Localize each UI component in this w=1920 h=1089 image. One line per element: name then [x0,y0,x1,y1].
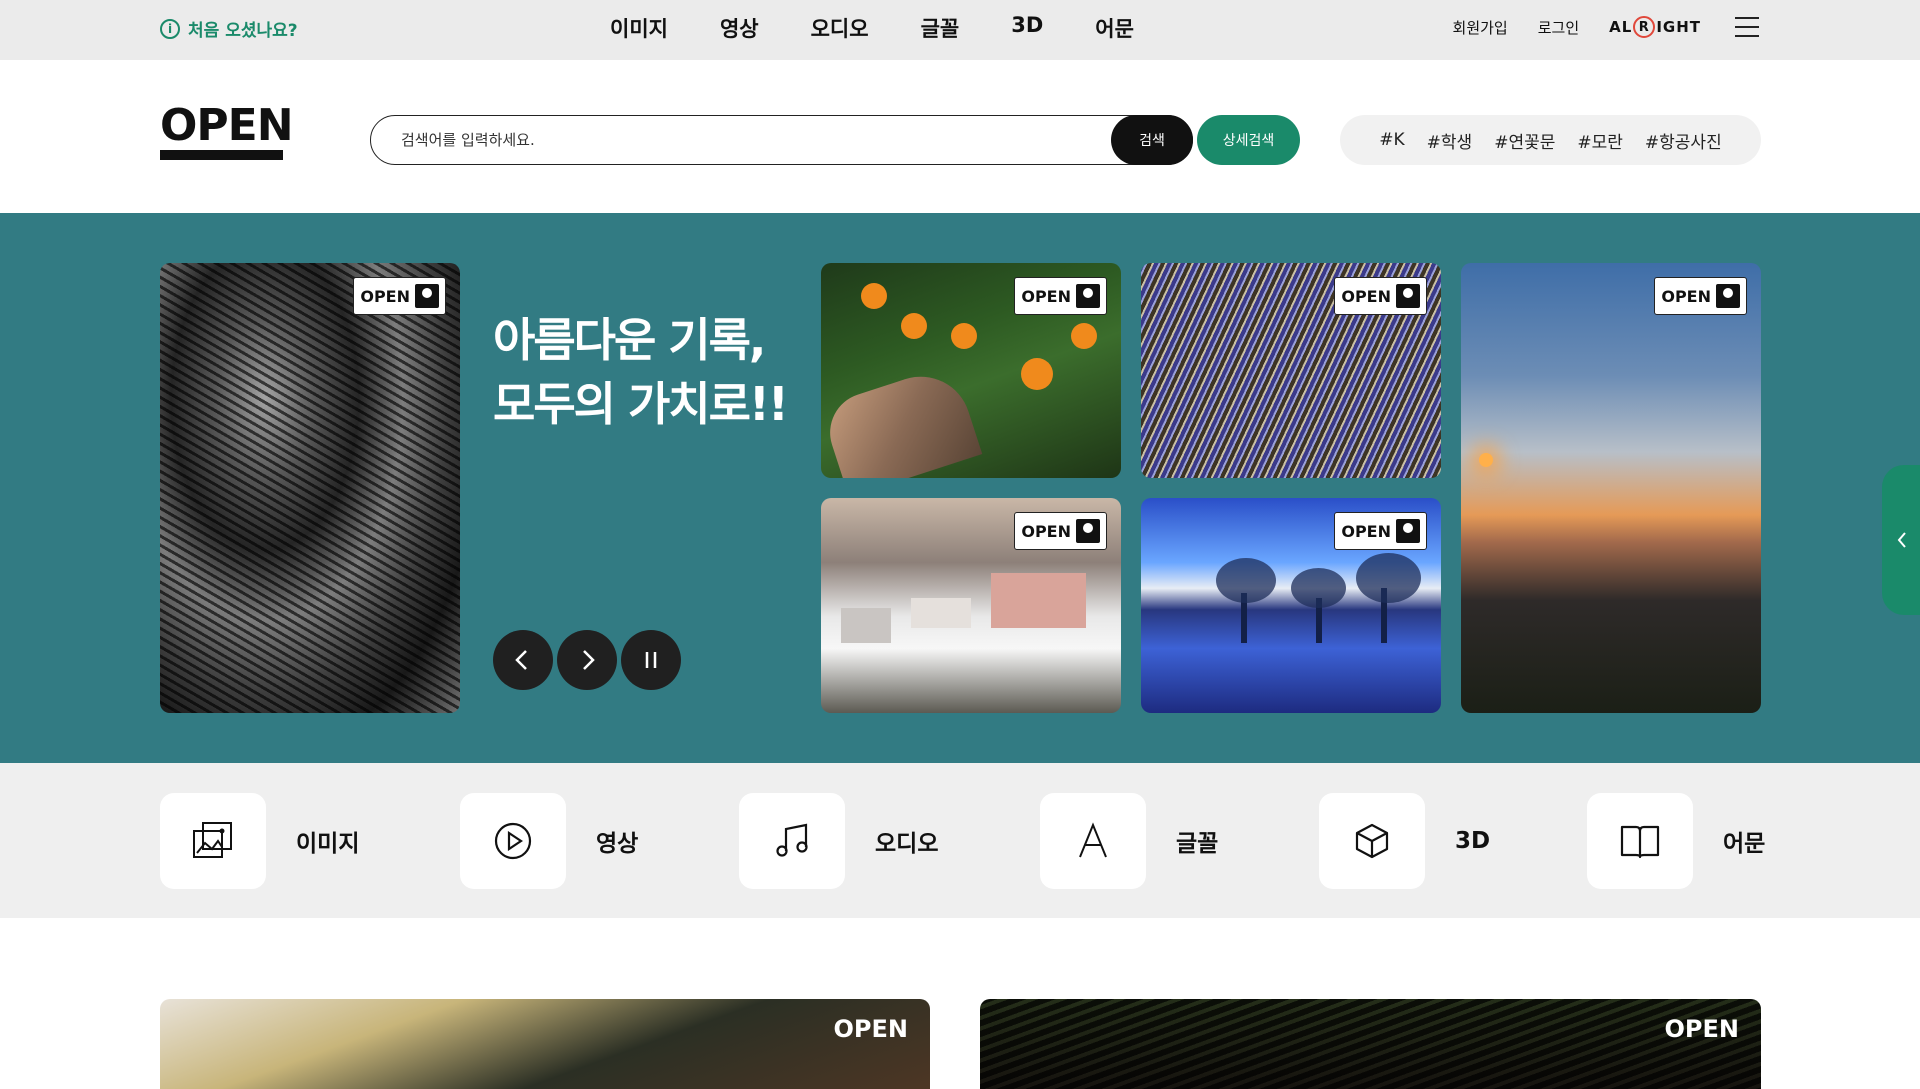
search-input[interactable] [401,131,1091,149]
hero-image-sunset-mountains[interactable]: OPEN [1461,263,1761,713]
alright-logo-part: AL [1609,18,1633,36]
font-icon [1040,793,1146,889]
pause-icon [645,652,657,668]
hero-image-tangerines[interactable]: OPEN [821,263,1121,478]
category-label: 오디오 [875,831,939,857]
prev-slide-button[interactable] [493,630,553,690]
open-license-badge: OPEN [1014,277,1107,315]
category-audio[interactable]: 오디오 [739,793,938,889]
play-icon [460,793,566,889]
hero-image-rubbing[interactable]: OPEN [160,263,460,713]
first-visit-link[interactable]: i 처음 오셨나요? [160,16,298,41]
open-license-badge: OPEN [353,277,446,315]
logo-wordmark: OPEN [160,100,294,151]
pause-slide-button[interactable] [621,630,681,690]
info-icon: i [160,18,180,39]
nav-item-audio[interactable]: 오디오 [811,13,869,43]
top-bar: i 처음 오셨나요? 이미지 영상 오디오 글꼴 3D 어문 회원가입 로그인 … [0,0,1920,60]
nav-item-3d[interactable]: 3D [1011,13,1043,43]
search-bar: 검색 [370,114,1193,165]
open-license-badge: OPEN [1654,277,1747,315]
hero-title-line: 모두의 가치로!! [493,377,789,431]
category-image[interactable]: 이미지 [160,793,359,889]
tag-link[interactable]: #모란 [1577,128,1623,153]
hero-image-frost-grass[interactable]: OPEN [1141,263,1441,478]
hero-title: 아름다운 기록, 모두의 가치로!! [493,308,789,436]
alright-logo-r: R [1633,16,1656,38]
person-icon [1076,519,1100,543]
tag-link[interactable]: #K [1379,130,1404,150]
category-label: 3D [1455,828,1491,854]
advanced-search-button[interactable]: 상세검색 [1197,115,1300,165]
open-license-badge: OPEN [1334,512,1427,550]
open-license-badge: OPEN [1334,277,1427,315]
chevron-left-icon [515,650,527,670]
utility-menu: 회원가입 로그인 AL R IGHT [1453,16,1759,38]
signup-link[interactable]: 회원가입 [1453,17,1508,38]
category-label: 글꼴 [1176,831,1219,857]
person-icon [415,284,439,308]
category-video[interactable]: 영상 [460,793,638,889]
hero-image-lake-trees[interactable]: OPEN [1141,498,1441,713]
hero-image-snow-village[interactable]: OPEN [821,498,1121,713]
person-icon [1076,284,1100,308]
first-visit-label: 처음 오셨나요? [188,21,298,41]
nav-item-video[interactable]: 영상 [720,13,759,43]
featured-thumbnail-hanok[interactable]: OPEN [980,999,1761,1089]
search-button[interactable]: 검색 [1111,114,1193,165]
person-icon [1396,519,1420,543]
person-icon [1716,284,1740,308]
hero-banner: OPEN 아름다운 기록, 모두의 가치로!! OPEN OPEN OPEN O… [0,213,1920,763]
category-3d[interactable]: 3D [1319,793,1490,889]
hero-title-line: 아름다운 기록, [493,313,766,367]
tag-link[interactable]: #항공사진 [1645,128,1722,153]
nav-item-font[interactable]: 글꼴 [921,13,960,43]
hamburger-menu-icon[interactable] [1735,17,1759,37]
nav-item-language[interactable]: 어문 [1095,13,1134,43]
site-logo[interactable]: OPEN [160,100,294,160]
book-icon [1587,793,1693,889]
category-label: 영상 [596,831,639,857]
side-panel-toggle[interactable] [1882,465,1920,615]
logo-subbar [160,150,283,160]
featured-thumbnail-food[interactable]: OPEN [160,999,930,1089]
cube-icon [1319,793,1425,889]
category-bar: 이미지 영상 오디오 글꼴 3D 어문 [0,763,1920,918]
alright-logo-link[interactable]: AL R IGHT [1609,16,1701,38]
tag-link[interactable]: #학생 [1427,128,1473,153]
open-license-badge: OPEN [1664,1015,1739,1043]
person-icon [1396,284,1420,308]
chevron-left-icon [1897,532,1906,548]
main-nav: 이미지 영상 오디오 글꼴 3D 어문 [610,13,1134,43]
category-label: 이미지 [296,831,360,857]
login-link[interactable]: 로그인 [1538,17,1579,38]
category-language[interactable]: 어문 [1587,793,1765,889]
tag-link[interactable]: #연꽃문 [1494,128,1555,153]
open-license-badge: OPEN [1014,512,1107,550]
category-font[interactable]: 글꼴 [1040,793,1218,889]
chevron-right-icon [583,650,595,670]
open-license-badge: OPEN [833,1015,908,1043]
popular-tags: #K #학생 #연꽃문 #모란 #항공사진 [1340,115,1761,165]
image-icon [160,793,266,889]
next-slide-button[interactable] [557,630,617,690]
alright-logo-part: IGHT [1656,18,1701,36]
music-note-icon [739,793,845,889]
nav-item-image[interactable]: 이미지 [610,13,668,43]
category-label: 어문 [1723,831,1766,857]
